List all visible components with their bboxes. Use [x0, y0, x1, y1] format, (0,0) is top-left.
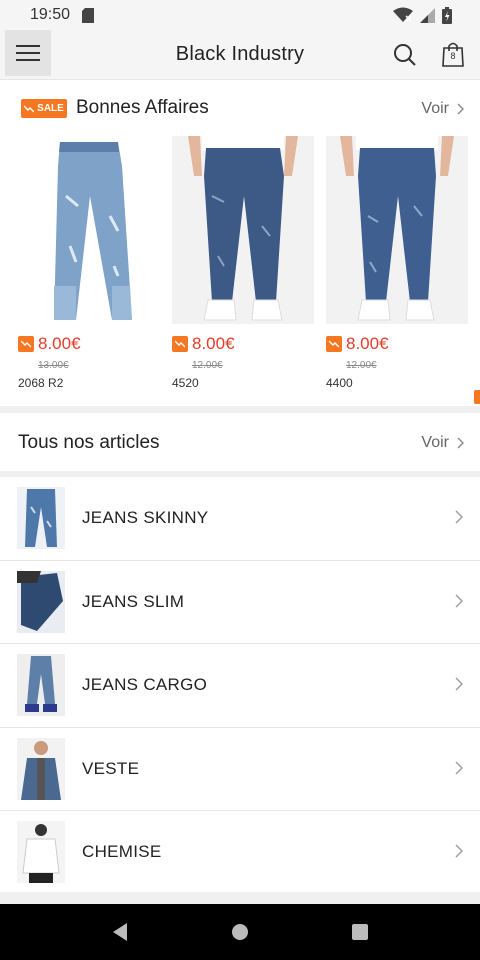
sd-card-icon [82, 7, 95, 23]
wifi-icon [393, 7, 413, 22]
chevron-right-icon [455, 510, 463, 524]
category-item-chemise[interactable]: CHEMISE [0, 811, 480, 895]
product-image [326, 136, 468, 324]
hamburger-icon [16, 45, 40, 61]
product-card[interactable]: 8.00€ 12.00€ 4400 [326, 136, 468, 396]
chevron-right-icon [455, 844, 463, 858]
deals-product-carousel[interactable]: 8.00€ 13.00€ 2068 R2 8.00€ 12.00€ 4520 8… [0, 136, 480, 406]
price-row: 8.00€ [326, 334, 389, 354]
product-old-price: 12.00€ [346, 360, 377, 371]
trend-down-icon [24, 105, 35, 112]
category-label: CHEMISE [82, 842, 162, 861]
back-triangle-icon [113, 923, 127, 941]
product-price: 8.00€ [38, 334, 81, 353]
chevron-right-icon [455, 677, 463, 691]
product-image [18, 136, 160, 324]
category-thumbnail [17, 570, 65, 633]
sale-badge: SALE [21, 99, 67, 118]
product-name: 2068 R2 [18, 376, 64, 390]
product-name: 4520 [172, 376, 199, 390]
category-item-jeans-cargo[interactable]: JEANS CARGO [0, 644, 480, 728]
deal-icon [18, 336, 34, 352]
deals-section: SALE Bonnes Affaires Voir 8.00€ 13.00€ 2… [0, 80, 480, 406]
deal-icon [172, 336, 188, 352]
deals-title: Bonnes Affaires [76, 97, 209, 118]
status-time: 19:50 [30, 6, 71, 23]
battery-icon [442, 6, 452, 24]
price-row: 8.00€ [18, 334, 81, 354]
category-item-jeans-slim[interactable]: JEANS SLIM [0, 561, 480, 644]
section-divider [0, 406, 480, 413]
category-item-veste[interactable]: VESTE [0, 728, 480, 811]
category-label: VESTE [82, 758, 140, 778]
search-button[interactable] [392, 42, 418, 68]
status-bar: 19:50 [0, 0, 480, 30]
app-bar: Black Industry 8 [0, 30, 480, 80]
category-thumbnail [17, 654, 65, 716]
chevron-right-icon [457, 103, 464, 115]
chevron-right-icon [455, 761, 463, 774]
product-card[interactable]: 8.00€ 12.00€ 4520 [172, 136, 314, 396]
chevron-right-icon [455, 594, 463, 607]
category-thumbnail [17, 487, 65, 549]
category-item-jeans-skinny[interactable]: JEANS SKINNY [0, 477, 480, 561]
home-button[interactable] [229, 921, 251, 943]
cart-button[interactable]: 8 [442, 41, 464, 67]
home-circle-icon [232, 924, 248, 940]
deals-voir-label: Voir [421, 100, 449, 117]
price-row: 8.00€ [172, 334, 235, 354]
all-articles-voir-label: Voir [421, 434, 449, 451]
category-thumbnail [17, 737, 65, 800]
chevron-right-icon [457, 437, 464, 449]
back-button[interactable] [109, 921, 131, 943]
all-articles-voir-link[interactable]: Voir [421, 434, 464, 452]
cart-count-badge: 8 [450, 51, 456, 61]
product-image [172, 136, 314, 324]
recents-square-icon [352, 924, 368, 940]
sale-badge-label: SALE [37, 103, 64, 114]
product-price: 8.00€ [192, 334, 235, 353]
product-card[interactable]: 8.00€ 13.00€ 2068 R2 [18, 136, 160, 396]
category-label: JEANS SLIM [82, 591, 185, 611]
app-title: Black Industry [175, 43, 305, 65]
deal-icon [326, 336, 342, 352]
search-icon [394, 44, 416, 66]
next-product-peek [474, 390, 480, 404]
all-articles-header: Tous nos articles Voir [0, 413, 480, 471]
product-name: 4400 [326, 376, 353, 390]
product-old-price: 12.00€ [192, 360, 223, 371]
category-label: JEANS SKINNY [82, 508, 209, 527]
list-end-spacer [0, 892, 480, 904]
recents-button[interactable] [349, 921, 371, 943]
deals-voir-link[interactable]: Voir [421, 100, 464, 118]
deals-header: SALE Bonnes Affaires Voir [0, 80, 480, 136]
system-nav-bar [0, 904, 480, 960]
category-thumbnail [17, 821, 65, 883]
menu-button[interactable] [5, 30, 51, 76]
product-old-price: 13.00€ [38, 360, 69, 371]
category-label: JEANS CARGO [82, 675, 208, 694]
category-list: JEANS SKINNY JEANS SLIM JEANS CARGO VEST… [0, 477, 480, 895]
product-price: 8.00€ [346, 334, 389, 353]
signal-icon [420, 7, 435, 23]
all-articles-title: Tous nos articles [18, 432, 160, 453]
